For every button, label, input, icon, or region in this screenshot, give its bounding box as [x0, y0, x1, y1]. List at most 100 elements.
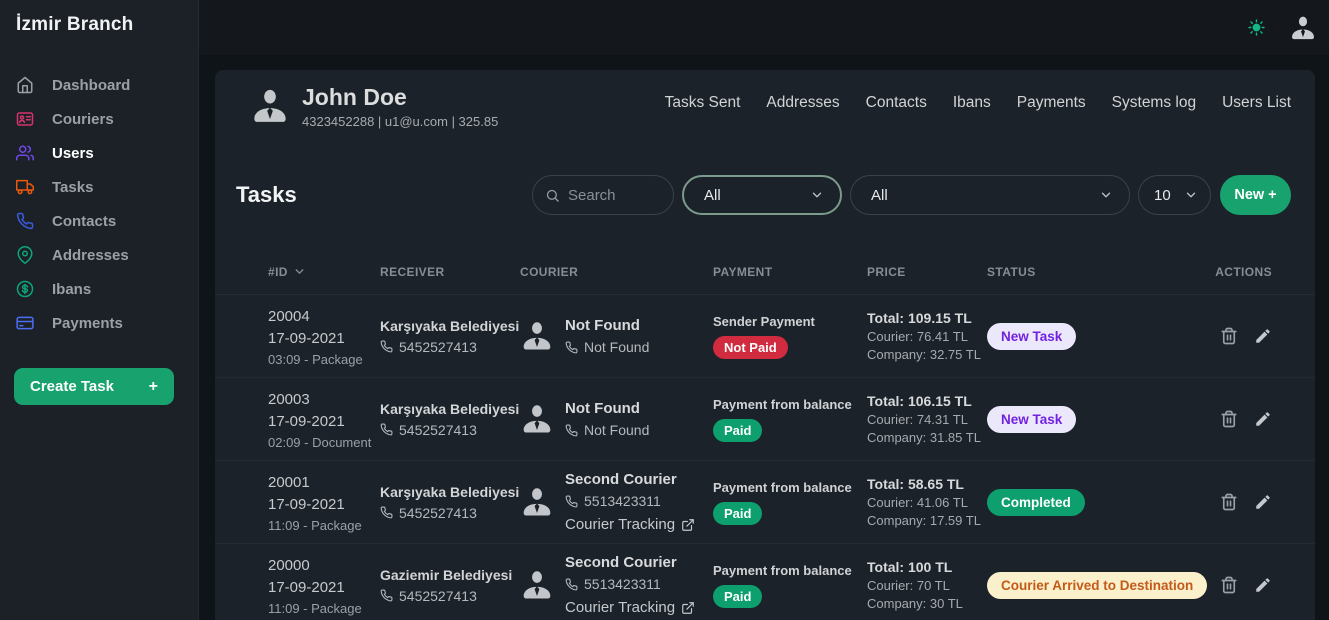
tab-users-list[interactable]: Users List: [1222, 94, 1291, 112]
courier-avatar-icon: [520, 402, 554, 436]
sidebar-item-couriers[interactable]: Couriers: [16, 102, 198, 136]
profile-avatar-icon: [250, 86, 290, 126]
sidebar-item-label: Ibans: [52, 280, 92, 298]
table-row: 20000 17-09-2021 11:09 - Package Gaziemi…: [215, 544, 1315, 620]
tasks-table: #ID RECEIVER COURIER PAYMENT PRICE STATU…: [215, 249, 1315, 620]
tab-payments[interactable]: Payments: [1017, 94, 1086, 112]
task-date: 17-09-2021: [268, 412, 345, 430]
sidebar-item-label: Users: [52, 144, 94, 162]
receiver-name: Karşıyaka Belediyesi: [380, 483, 520, 500]
courier-tracking-link[interactable]: Courier Tracking: [565, 516, 695, 533]
sidebar-item-addresses[interactable]: Addresses: [16, 238, 198, 272]
search-input[interactable]: [568, 186, 661, 204]
task-time-type: 11:09 - Package: [268, 517, 362, 533]
edit-icon[interactable]: [1254, 410, 1272, 428]
sort-chevron-icon[interactable]: [293, 265, 306, 278]
sidebar-item-contacts[interactable]: Contacts: [16, 204, 198, 238]
tab-tasks-sent[interactable]: Tasks Sent: [665, 94, 741, 112]
courier-phone: 5513423311: [584, 576, 661, 593]
payment-method: Sender Payment: [713, 313, 815, 329]
phone-icon: [380, 506, 393, 519]
tab-contacts[interactable]: Contacts: [866, 94, 927, 112]
sidebar-item-users[interactable]: Users: [16, 136, 198, 170]
theme-sun-icon[interactable]: [1248, 19, 1265, 36]
map-pin-icon: [16, 246, 34, 264]
price-total: Total: 106.15 TL: [867, 393, 972, 410]
filter-select[interactable]: All: [682, 175, 842, 216]
new-task-button[interactable]: New +: [1220, 175, 1291, 216]
filter-select[interactable]: 10: [1138, 175, 1211, 216]
sidebar-nav: Dashboard Couriers Users Tasks Contacts …: [16, 68, 198, 340]
users-icon: [16, 144, 34, 162]
tasks-toolbar: Tasks All All 10 New +: [236, 175, 1291, 216]
edit-icon[interactable]: [1254, 576, 1272, 594]
user-detail-card: John Doe 4323452288 | u1@u.com | 325.85 …: [215, 70, 1315, 620]
tab-systems-log[interactable]: Systems log: [1112, 94, 1196, 112]
truck-icon: [16, 178, 34, 196]
payment-method: Payment from balance: [713, 562, 852, 578]
chevron-down-icon: [1099, 188, 1113, 202]
courier-avatar-icon: [520, 485, 554, 519]
status-badge: Completed: [987, 488, 1085, 516]
sidebar-item-label: Tasks: [52, 178, 94, 196]
topbar: [199, 0, 1329, 55]
task-time-type: 03:09 - Package: [268, 351, 363, 367]
courier-tracking-link[interactable]: Courier Tracking: [565, 599, 695, 616]
phone-icon: [565, 424, 578, 437]
payment-badge: Paid: [713, 501, 763, 525]
column-header-price: PRICE: [867, 264, 906, 279]
payment-badge: Paid: [713, 584, 763, 608]
courier-phone: Not Found: [584, 422, 650, 439]
user-avatar-icon[interactable]: [1289, 14, 1317, 42]
phone-icon: [380, 423, 393, 436]
receiver-phone: 5452527413: [399, 338, 477, 355]
price-courier: Courier: 74.31 TL: [867, 412, 968, 428]
sidebar-item-dashboard[interactable]: Dashboard: [16, 68, 198, 102]
edit-icon[interactable]: [1254, 327, 1272, 345]
payment-method: Payment from balance: [713, 396, 852, 412]
status-badge: Courier Arrived to Destination: [987, 571, 1208, 599]
sidebar-item-label: Dashboard: [52, 76, 131, 94]
column-header-id: #ID: [268, 265, 380, 279]
sidebar-item-tasks[interactable]: Tasks: [16, 170, 198, 204]
courier-name: Not Found: [565, 400, 640, 418]
price-company: Company: 30 TL: [867, 596, 963, 612]
sidebar-item-label: Addresses: [52, 246, 129, 264]
receiver-phone: 5452527413: [399, 504, 477, 521]
plus-icon: +: [148, 377, 158, 395]
filter-select[interactable]: All: [850, 175, 1130, 216]
payment-badge: Paid: [713, 418, 763, 442]
delete-icon[interactable]: [1220, 410, 1238, 428]
column-header-courier: COURIER: [520, 264, 579, 279]
column-header-actions: ACTIONS: [1215, 264, 1272, 279]
delete-icon[interactable]: [1220, 576, 1238, 594]
tab-addresses[interactable]: Addresses: [766, 94, 839, 112]
delete-icon[interactable]: [1220, 327, 1238, 345]
courier-phone: 5513423311: [584, 493, 661, 510]
receiver-name: Karşıyaka Belediyesi: [380, 317, 520, 334]
user-header: John Doe 4323452288 | u1@u.com | 325.85 …: [215, 70, 1315, 129]
tab-ibans[interactable]: Ibans: [953, 94, 991, 112]
phone-icon: [565, 578, 578, 591]
column-header-receiver: RECEIVER: [380, 264, 445, 279]
sidebar: İzmir Branch Dashboard Couriers Users Ta…: [0, 0, 199, 620]
sidebar-item-payments[interactable]: Payments: [16, 306, 198, 340]
payment-method: Payment from balance: [713, 479, 852, 495]
task-time-type: 11:09 - Package: [268, 600, 362, 616]
sidebar-item-ibans[interactable]: Ibans: [16, 272, 198, 306]
sidebar-item-label: Contacts: [52, 212, 117, 230]
delete-icon[interactable]: [1220, 493, 1238, 511]
user-meta: 4323452288 | u1@u.com | 325.85: [302, 114, 499, 130]
external-link-icon: [681, 518, 695, 532]
phone-icon: [16, 212, 34, 230]
column-header-status: STATUS: [987, 264, 1036, 279]
receiver-name: Gaziemir Belediyesi: [380, 566, 513, 583]
filter-select-value: 10: [1154, 186, 1171, 204]
create-task-label: Create Task: [30, 378, 114, 395]
task-date: 17-09-2021: [268, 578, 345, 596]
create-task-button[interactable]: Create Task +: [14, 368, 174, 405]
profile-tabs: Tasks Sent Addresses Contacts Ibans Paym…: [665, 84, 1291, 112]
price-company: Company: 31.85 TL: [867, 430, 981, 446]
price-total: Total: 109.15 TL: [867, 310, 972, 327]
edit-icon[interactable]: [1254, 493, 1272, 511]
